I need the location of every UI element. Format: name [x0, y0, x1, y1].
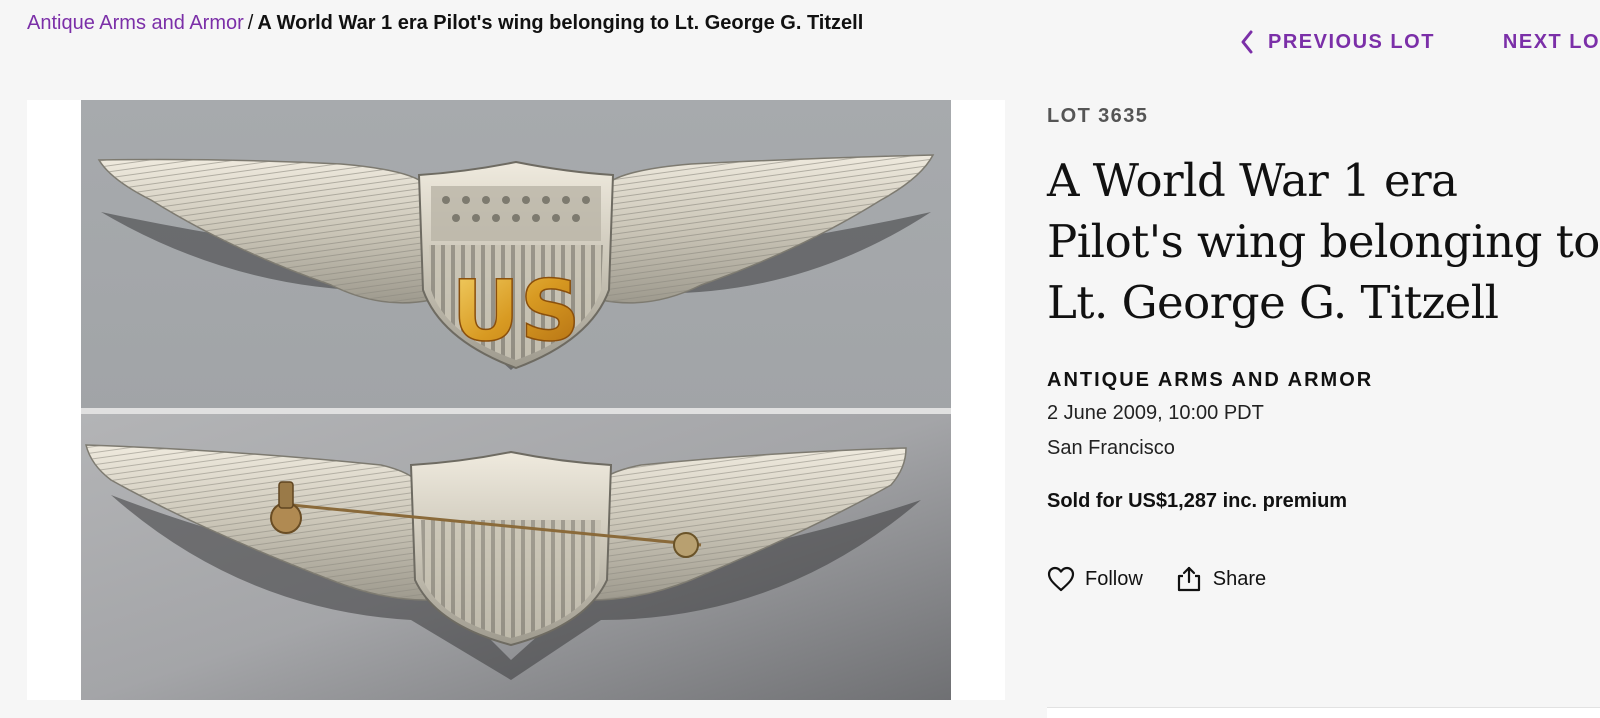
breadcrumb-category-link[interactable]: Antique Arms and Armor	[27, 12, 244, 34]
sold-price: Sold for US$1,287 inc. premium	[1047, 490, 1348, 512]
share-button[interactable]: Share	[1175, 565, 1266, 593]
heart-icon	[1047, 566, 1075, 592]
lot-actions: Follow Share	[1047, 565, 1600, 593]
lot-image[interactable]: US	[81, 100, 951, 700]
sale-location: San Francisco	[1047, 437, 1175, 459]
lot-navigation: PREVIOUS LOT NEXT LOT	[1240, 30, 1600, 54]
follow-label: Follow	[1085, 567, 1143, 590]
lot-image-frame: US	[27, 100, 1005, 700]
lot-details: LOT 3635 A World War 1 era Pilot's wing …	[1047, 105, 1600, 593]
lot-number: LOT 3635	[1047, 105, 1149, 127]
us-badge-text: US	[452, 262, 581, 360]
sale-date: 2 June 2009, 10:00 PDT	[1047, 402, 1264, 424]
previous-lot-label: PREVIOUS LOT	[1268, 30, 1435, 53]
lot-page: Antique Arms and Armor / A World War 1 era…	[0, 0, 1600, 718]
follow-button[interactable]: Follow	[1047, 566, 1143, 592]
breadcrumb-separator: /	[247, 12, 254, 34]
previous-lot-button[interactable]: PREVIOUS LOT	[1240, 30, 1435, 54]
chevron-left-icon	[1241, 30, 1253, 54]
share-label: Share	[1212, 567, 1267, 590]
lot-title: A World War 1 era Pilot's wing belonging…	[1047, 154, 1600, 329]
next-lot-button[interactable]: NEXT LOT	[1503, 31, 1600, 54]
breadcrumb-current: A World War 1 era Pilot's wing belonging…	[257, 12, 864, 34]
sale-name-link[interactable]: ANTIQUE ARMS AND ARMOR	[1047, 369, 1600, 392]
share-icon	[1177, 566, 1200, 592]
breadcrumb: Antique Arms and Armor / A World War 1 era…	[27, 12, 863, 35]
bidding-panel-edge	[1047, 707, 1600, 718]
